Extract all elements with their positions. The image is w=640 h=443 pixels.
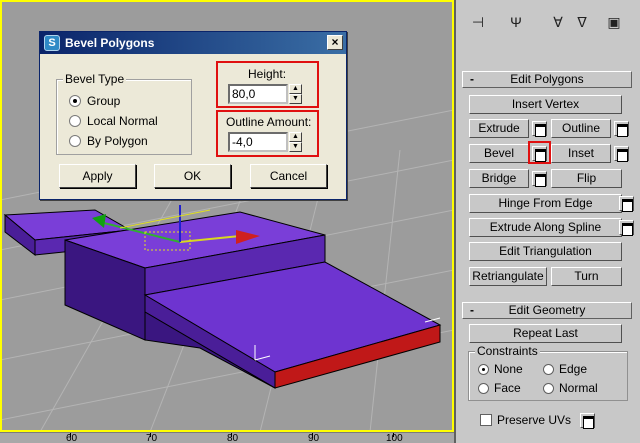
dialog-titlebar[interactable]: S Bevel Polygons ×	[40, 32, 346, 54]
radio-by-polygon[interactable]: By Polygon	[69, 134, 148, 148]
spline-settings-icon[interactable]	[619, 220, 634, 236]
bridge-button[interactable]: Bridge	[469, 169, 529, 188]
spin-up-icon[interactable]: ▲	[289, 132, 302, 142]
preserve-uvs-settings-icon[interactable]	[580, 413, 595, 429]
spin-up-icon[interactable]: ▲	[289, 84, 302, 94]
outline-button[interactable]: Outline	[551, 119, 611, 138]
extrude-settings-icon[interactable]	[532, 121, 547, 137]
turn-button[interactable]: Turn	[551, 267, 622, 286]
edit-polygons-rollout-header[interactable]: - Edit Polygons	[462, 71, 632, 88]
extrude-button[interactable]: Extrude	[469, 119, 529, 138]
inset-settings-icon[interactable]	[614, 146, 629, 162]
command-panel: ⊣ Ψ ∀ ᐁ ▣ - Edit Polygons Insert Vertex …	[454, 0, 640, 443]
time-ruler[interactable]: 60 70 80 90 100	[0, 432, 454, 443]
dialog-title: Bevel Polygons	[65, 36, 155, 50]
ruler-label-60: 60	[66, 433, 78, 443]
outline-amount-label: Outline Amount:	[226, 115, 312, 129]
modifier-icon[interactable]: ▣	[602, 12, 626, 32]
radio-local-normal[interactable]: Local Normal	[69, 114, 158, 128]
apply-button[interactable]: Apply	[59, 164, 136, 188]
constraint-none-radio[interactable]: None	[478, 362, 523, 376]
repeat-last-button[interactable]: Repeat Last	[469, 324, 622, 343]
cancel-button[interactable]: Cancel	[250, 164, 327, 188]
constraint-face-radio[interactable]: Face	[478, 381, 521, 395]
funnel-icon[interactable]: ∀	[546, 12, 570, 32]
rollout-title: Edit Polygons	[510, 72, 584, 86]
constraints-title: Constraints	[475, 344, 540, 358]
ruler-label-80: 80	[227, 433, 239, 443]
checkbox-label: Preserve UVs	[497, 413, 572, 427]
flip-button[interactable]: Flip	[551, 169, 622, 188]
radio-icon	[543, 364, 554, 375]
bevel-settings-highlight	[528, 141, 551, 164]
app-logo-icon: S	[44, 35, 60, 51]
preserve-uvs-checkbox[interactable]: Preserve UVs	[480, 413, 571, 427]
spin-down-icon[interactable]: ▼	[289, 94, 302, 104]
spin-down-icon[interactable]: ▼	[289, 142, 302, 152]
edit-triangulation-button[interactable]: Edit Triangulation	[469, 242, 622, 261]
radio-label: Edge	[559, 362, 588, 376]
height-label: Height:	[248, 67, 287, 81]
radio-label: Group	[87, 94, 121, 108]
bevel-type-title: Bevel Type	[63, 72, 127, 86]
radio-icon	[543, 383, 554, 394]
ruler-label-90: 90	[308, 433, 320, 443]
inset-button[interactable]: Inset	[551, 144, 611, 163]
ruler-label-100: 100	[386, 433, 403, 443]
ok-button[interactable]: OK	[154, 164, 231, 188]
radio-label: By Polygon	[87, 134, 148, 148]
rollout-title: Edit Geometry	[508, 303, 586, 317]
constraint-normal-radio[interactable]: Normal	[543, 381, 598, 395]
radio-label: Face	[494, 381, 521, 395]
extrude-along-spline-button[interactable]: Extrude Along Spline	[469, 218, 622, 237]
pin-icon[interactable]: ⊣	[466, 12, 490, 32]
close-button[interactable]: ×	[327, 35, 343, 50]
radio-label: None	[494, 362, 523, 376]
hinge-settings-icon[interactable]	[619, 196, 634, 212]
radio-icon	[69, 115, 81, 127]
radio-group[interactable]: Group	[69, 94, 120, 108]
outline-spinner-arrows[interactable]: ▲ ▼	[289, 132, 302, 152]
radio-label: Local Normal	[87, 114, 158, 128]
radio-icon	[478, 383, 489, 394]
ruler-label-70: 70	[146, 433, 158, 443]
height-input[interactable]	[228, 84, 288, 104]
hammer-icon[interactable]: ᐁ	[570, 12, 594, 32]
outline-settings-icon[interactable]	[614, 121, 629, 137]
retriangulate-button[interactable]: Retriangulate	[469, 267, 547, 286]
radio-label: Normal	[559, 381, 598, 395]
bridge-settings-icon[interactable]	[532, 171, 547, 187]
bevel-polygons-dialog: S Bevel Polygons × Bevel Type Group Loca…	[39, 31, 347, 200]
hinge-from-edge-button[interactable]: Hinge From Edge	[469, 194, 622, 213]
constraint-edge-radio[interactable]: Edge	[543, 362, 587, 376]
command-panel-tabs: ⊣ Ψ ∀ ᐁ ▣	[456, 0, 640, 40]
fork-icon[interactable]: Ψ	[504, 12, 528, 32]
edit-geometry-rollout-header[interactable]: - Edit Geometry	[462, 302, 632, 319]
bevel-button[interactable]: Bevel	[469, 144, 529, 163]
height-spinner-arrows[interactable]: ▲ ▼	[289, 84, 302, 104]
outline-input[interactable]	[228, 132, 288, 152]
radio-icon	[69, 135, 81, 147]
bevel-type-group: Bevel Type Group Local Normal By Polygon	[56, 72, 192, 155]
radio-icon	[478, 364, 489, 375]
insert-vertex-button[interactable]: Insert Vertex	[469, 95, 622, 114]
checkbox-icon	[480, 414, 492, 426]
radio-icon	[69, 95, 81, 107]
